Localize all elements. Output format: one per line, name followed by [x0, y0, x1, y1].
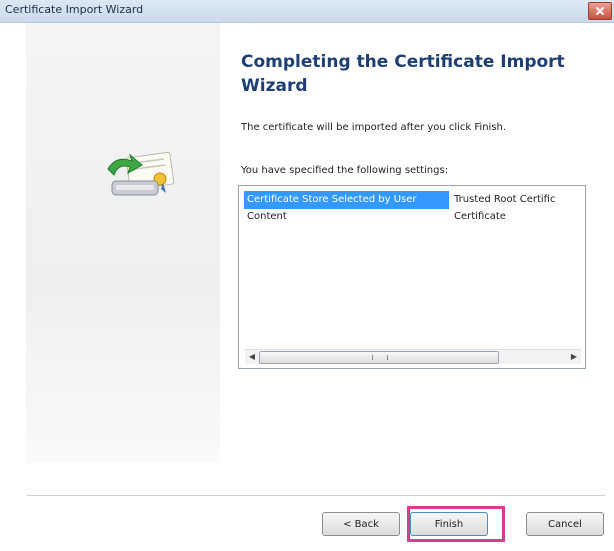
- back-button[interactable]: < Back: [322, 512, 400, 536]
- window-title: Certificate Import Wizard: [5, 3, 144, 16]
- certificate-wizard-icon: [107, 151, 175, 196]
- scroll-left-icon[interactable]: ◀: [247, 352, 257, 362]
- setting-name: Content: [247, 211, 287, 222]
- wizard-side-panel: [26, 23, 220, 463]
- setting-value: Trusted Root Certific: [454, 194, 556, 205]
- scroll-right-icon[interactable]: ▶: [569, 352, 579, 362]
- settings-listbox[interactable]: Certificate Store Selected by User Trust…: [238, 185, 586, 369]
- scrollbar-thumb[interactable]: [259, 351, 499, 364]
- page-heading: Completing the Certificate Import Wizard: [241, 52, 565, 96]
- title-bar: Certificate Import Wizard: [0, 0, 614, 23]
- footer-divider: [27, 495, 605, 496]
- setting-name: Certificate Store Selected by User: [244, 191, 449, 209]
- settings-label: You have specified the following setting…: [241, 165, 449, 176]
- close-icon[interactable]: [588, 2, 612, 20]
- setting-value: Certificate: [454, 211, 506, 222]
- intro-text: The certificate will be imported after y…: [241, 122, 507, 133]
- certificate-import-wizard-window: Certificate Import Wizard Completing the…: [0, 0, 614, 551]
- finish-highlight-box: [407, 506, 505, 542]
- horizontal-scrollbar[interactable]: ◀ ▶: [245, 349, 581, 364]
- scrollbar-grip-icon: [372, 355, 388, 360]
- cancel-button[interactable]: Cancel: [526, 512, 604, 536]
